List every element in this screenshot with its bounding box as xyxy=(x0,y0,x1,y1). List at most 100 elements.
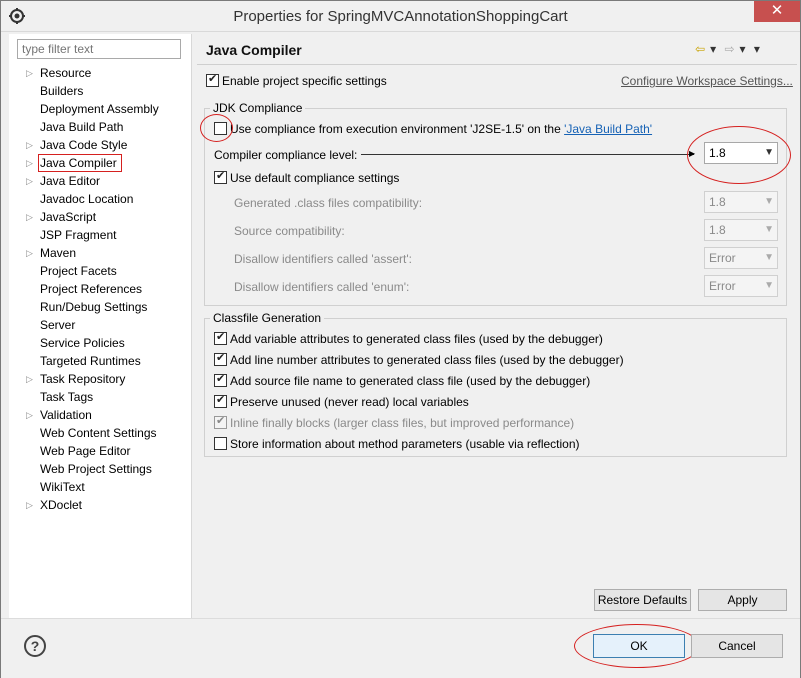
classfile-option-checkbox[interactable] xyxy=(214,393,227,408)
cancel-button[interactable]: Cancel xyxy=(691,634,783,658)
expand-arrow-icon[interactable]: ▷ xyxy=(26,406,36,424)
tree-item-label: Service Policies xyxy=(40,336,125,350)
tree-item[interactable]: ▷ Java Editor xyxy=(9,172,192,190)
tree-item[interactable]: ▷ Resource xyxy=(9,64,192,82)
tree-item[interactable]: Task Tags xyxy=(9,388,192,406)
java-build-path-link[interactable]: 'Java Build Path' xyxy=(564,122,652,136)
tree-item-label: Validation xyxy=(40,408,92,422)
classfile-option-label: Add line number attributes to generated … xyxy=(230,353,624,367)
close-button[interactable]: ✕ xyxy=(754,1,800,22)
window-title: Properties for SpringMVCAnnotationShoppi… xyxy=(233,8,568,25)
tree-item-label: JavaScript xyxy=(40,210,97,224)
classfile-option-checkbox[interactable] xyxy=(214,414,227,429)
expand-arrow-icon[interactable]: ▷ xyxy=(26,208,36,226)
tree-item[interactable]: ▷ Task Repository xyxy=(9,370,192,388)
generated-class-compat-value: 1.8 xyxy=(709,195,726,209)
classfile-option-checkbox[interactable] xyxy=(214,437,227,450)
classfile-option-checkbox[interactable] xyxy=(214,330,227,345)
back-menu-icon[interactable]: ▾ xyxy=(710,42,716,56)
disallow-enum-value: Error xyxy=(709,279,736,293)
classfile-generation-title: Classfile Generation xyxy=(210,311,325,325)
help-icon[interactable]: ? xyxy=(24,635,46,657)
expand-arrow-icon[interactable]: ▷ xyxy=(26,244,36,262)
tree-item-label: Maven xyxy=(40,246,77,260)
annotation-oval-use-compliance xyxy=(200,114,233,142)
tree-item-label: Deployment Assembly xyxy=(40,102,159,116)
filter-input[interactable] xyxy=(17,39,181,59)
preference-tree: ▷ Resource Builders Deployment Assembly Java… xyxy=(9,64,192,514)
apply-button[interactable]: Apply xyxy=(698,589,787,611)
tree-item[interactable]: Javadoc Location xyxy=(9,190,192,208)
tree-item[interactable]: ▷ XDoclet xyxy=(9,496,192,514)
tree-item[interactable]: Java Build Path xyxy=(9,118,192,136)
use-compliance-text: Use compliance from execution environmen… xyxy=(230,122,565,136)
tree-item[interactable]: Web Project Settings xyxy=(9,460,192,478)
tree-item[interactable]: Service Policies xyxy=(9,334,192,352)
tree-item-label: Builders xyxy=(40,84,84,98)
chevron-down-icon: ▼ xyxy=(764,280,774,291)
properties-dialog: Properties for SpringMVCAnnotationShoppi… xyxy=(0,0,801,678)
tree-item[interactable]: ▷ Java Compiler xyxy=(9,154,192,172)
restore-defaults-button[interactable]: Restore Defaults xyxy=(594,589,691,611)
disallow-enum-select[interactable]: Error ▼ xyxy=(704,275,778,297)
expand-arrow-icon[interactable]: ▷ xyxy=(26,64,36,82)
classfile-option-checkbox[interactable] xyxy=(214,372,227,387)
source-compat-value: 1.8 xyxy=(709,223,726,237)
back-arrow-icon[interactable]: ⇦ xyxy=(695,42,705,56)
source-compat-select[interactable]: 1.8 ▼ xyxy=(704,219,778,241)
view-menu-icon[interactable]: ▾ xyxy=(754,42,760,56)
expand-arrow-icon[interactable]: ▷ xyxy=(26,370,36,388)
forward-arrow-icon[interactable]: ⇨ xyxy=(724,42,734,56)
use-compliance-label: Use compliance from execution environmen… xyxy=(230,122,652,136)
tree-item[interactable]: Project Facets xyxy=(9,262,192,280)
tree-item[interactable]: Deployment Assembly xyxy=(9,100,192,118)
tree-item[interactable]: Web Content Settings xyxy=(9,424,192,442)
tree-item-label: Javadoc Location xyxy=(40,192,134,206)
enable-project-specific-label: Enable project specific settings xyxy=(222,74,387,88)
generated-class-compat-select[interactable]: 1.8 ▼ xyxy=(704,191,778,213)
expand-arrow-icon[interactable]: ▷ xyxy=(26,496,36,514)
tree-item[interactable]: Project References xyxy=(9,280,192,298)
configure-workspace-link[interactable]: Configure Workspace Settings... xyxy=(621,74,793,88)
forward-menu-icon[interactable]: ▾ xyxy=(740,42,746,56)
chevron-down-icon: ▼ xyxy=(764,196,774,207)
expand-arrow-icon[interactable]: ▷ xyxy=(26,136,36,154)
tree-item[interactable]: ▷ Java Code Style xyxy=(9,136,192,154)
tree-item-label: WikiText xyxy=(40,480,85,494)
disallow-assert-value: Error xyxy=(709,251,736,265)
tree-item[interactable]: ▷ JavaScript xyxy=(9,208,192,226)
disallow-assert-label: Disallow identifiers called 'assert': xyxy=(234,252,412,266)
generated-class-compat-label: Generated .class files compatibility: xyxy=(234,196,423,210)
tree-item[interactable]: JSP Fragment xyxy=(9,226,192,244)
tree-item[interactable]: ▷ Validation xyxy=(9,406,192,424)
tree-item[interactable]: ▷ Maven xyxy=(9,244,192,262)
tree-item[interactable]: Run/Debug Settings xyxy=(9,298,192,316)
expand-arrow-icon[interactable]: ▷ xyxy=(26,172,36,190)
disallow-assert-select[interactable]: Error ▼ xyxy=(704,247,778,269)
use-default-compliance-checkbox[interactable] xyxy=(214,169,227,184)
tree-item-label: Web Project Settings xyxy=(40,462,152,476)
tree-item-label: Run/Debug Settings xyxy=(40,300,148,314)
header-separator xyxy=(197,64,797,65)
tree-item[interactable]: Builders xyxy=(9,82,192,100)
title-bar: Properties for SpringMVCAnnotationShoppi… xyxy=(1,1,800,32)
tree-item[interactable]: Targeted Runtimes xyxy=(9,352,192,370)
jdk-compliance-title: JDK Compliance xyxy=(210,101,306,115)
disallow-enum-label: Disallow identifiers called 'enum': xyxy=(234,280,410,294)
chevron-down-icon: ▼ xyxy=(764,252,774,263)
tree-item-label: Java Code Style xyxy=(40,138,128,152)
property-page: Java Compiler ⇦ ▾ ⇨ ▾ ▾ Enable project spe… xyxy=(193,34,801,618)
preference-tree-pane: ▷ Resource Builders Deployment Assembly Java… xyxy=(9,34,192,618)
tree-item-label: Web Content Settings xyxy=(40,426,157,440)
tree-item-label: Java Compiler xyxy=(38,154,122,172)
tree-item[interactable]: Web Page Editor xyxy=(9,442,192,460)
page-navigation: ⇦ ▾ ⇨ ▾ ▾ xyxy=(695,42,765,58)
expand-arrow-icon[interactable]: ▷ xyxy=(26,154,36,172)
tree-item-label: XDoclet xyxy=(40,498,83,512)
use-default-compliance-label: Use default compliance settings xyxy=(230,171,400,185)
tree-item-label: Java Editor xyxy=(40,174,101,188)
classfile-option-checkbox[interactable] xyxy=(214,351,227,366)
tree-item[interactable]: Server xyxy=(9,316,192,334)
tree-item[interactable]: WikiText xyxy=(9,478,192,496)
enable-project-specific-checkbox[interactable] xyxy=(206,72,219,87)
